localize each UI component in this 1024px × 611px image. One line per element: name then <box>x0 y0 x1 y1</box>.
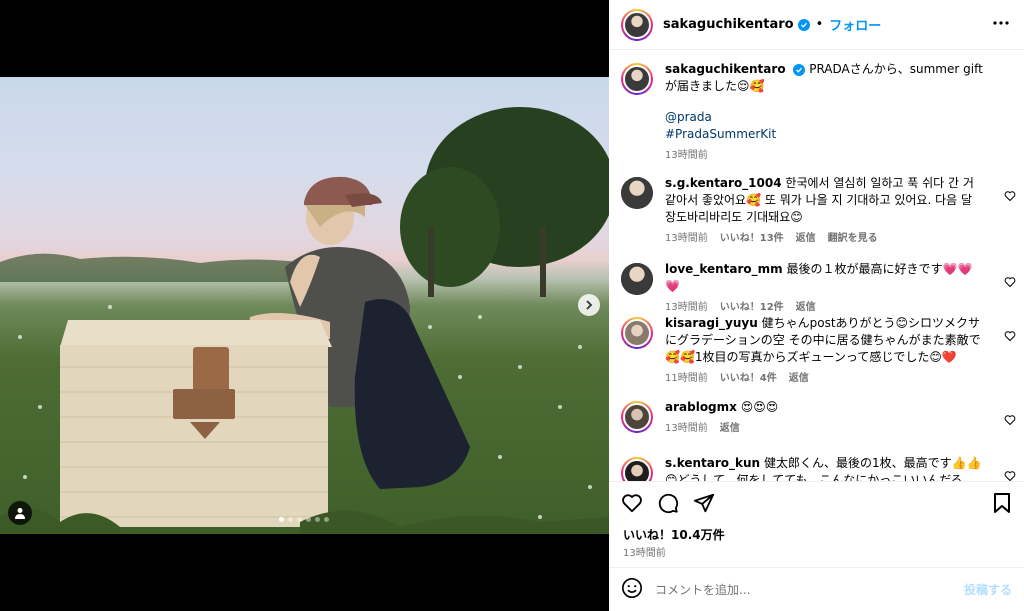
post-actions: いいね！10.4万件 13時間前 <box>609 481 1024 567</box>
comment-time: 13時間前 <box>665 302 708 313</box>
share-icon[interactable] <box>693 492 715 518</box>
carousel-dot <box>297 517 302 522</box>
caption-time: 13時間前 <box>665 150 708 161</box>
post-header: sakaguchikentaro • フォロー <box>609 0 1024 50</box>
carousel-dot <box>315 517 320 522</box>
avatar[interactable] <box>621 8 653 41</box>
carousel-dot <box>306 517 311 522</box>
avatar[interactable] <box>621 263 653 295</box>
comment-item: arablogmx 😍😍😍 13時間前 返信 <box>621 399 1016 437</box>
comment-username[interactable]: s.kentaro_kun <box>665 456 760 470</box>
reply-button[interactable]: 返信 <box>796 230 816 247</box>
comments-list[interactable]: sakaguchikentaro PRADAさんから、summer giftが届… <box>609 51 1024 481</box>
comment-username[interactable]: arablogmx <box>665 400 737 414</box>
post-media <box>0 0 609 611</box>
like-count[interactable]: いいね！10.4万件 <box>623 526 725 543</box>
heart-icon[interactable] <box>1004 467 1016 481</box>
verified-badge-icon <box>797 18 810 31</box>
user-tag-icon <box>15 508 25 519</box>
chevron-right-icon <box>586 300 593 310</box>
heart-icon[interactable] <box>1004 273 1016 292</box>
comment-time: 11時間前 <box>665 373 708 384</box>
avatar[interactable] <box>621 317 653 349</box>
heart-icon[interactable] <box>1004 411 1016 430</box>
comment-likes[interactable]: いいね！4件 <box>720 370 777 387</box>
reply-button[interactable]: 返信 <box>789 370 809 387</box>
carousel-dots <box>279 517 329 522</box>
post-time: 13時間前 <box>623 548 666 559</box>
more-icon[interactable] <box>992 14 1010 36</box>
header-username[interactable]: sakaguchikentaro <box>663 17 794 32</box>
comment-item: love_kentaro_mm 最後の１枚が最高に好きです💗💗💗 13時間前 い… <box>621 261 1016 316</box>
carousel-dot <box>324 517 329 522</box>
carousel-dot <box>279 517 284 522</box>
hashtag-link[interactable]: #PradaSummerKit <box>665 126 985 143</box>
post-side-panel: sakaguchikentaro • フォロー sakaguchikentaro… <box>609 0 1024 611</box>
comment-item: s.kentaro_kun 健太郎くん、最後の1枚、最高です👍👍😊どうして、何を… <box>621 455 1016 481</box>
comment-time: 13時間前 <box>665 233 708 244</box>
comment-text: 😍😍😍 <box>740 400 779 414</box>
comment-likes[interactable]: いいね！12件 <box>720 299 784 316</box>
comment-username[interactable]: s.g.kentaro_1004 <box>665 176 782 190</box>
comment-item: kisaragi_yuyu 健ちゃんpostありがとう😊シロツメクサにグラデーシ… <box>621 315 1016 387</box>
heart-icon[interactable] <box>1004 187 1016 206</box>
comment-username[interactable]: love_kentaro_mm <box>665 262 783 276</box>
add-comment-bar: 投稿する <box>609 567 1024 611</box>
comment-likes[interactable]: いいね！13件 <box>720 230 784 247</box>
header-separator: • <box>815 17 824 32</box>
avatar[interactable] <box>621 63 653 95</box>
mention-link[interactable]: @prada <box>665 109 985 126</box>
avatar[interactable] <box>621 177 653 209</box>
verified-badge-icon <box>793 64 806 76</box>
heart-icon[interactable] <box>621 492 643 518</box>
carousel-dot <box>288 517 293 522</box>
reply-button[interactable]: 返信 <box>796 299 816 316</box>
user-tag-button[interactable] <box>8 501 32 525</box>
follow-button[interactable]: フォロー <box>829 15 881 34</box>
post-photo[interactable] <box>0 77 609 534</box>
save-icon[interactable] <box>992 492 1012 518</box>
comment-username[interactable]: kisaragi_yuyu <box>665 316 758 330</box>
next-slide-button[interactable] <box>578 294 600 316</box>
caption-username[interactable]: sakaguchikentaro <box>665 62 786 76</box>
post-comment-button[interactable]: 投稿する <box>964 581 1012 598</box>
reply-button[interactable]: 返信 <box>720 420 740 437</box>
post-caption: sakaguchikentaro PRADAさんから、summer giftが届… <box>621 61 1016 164</box>
avatar[interactable] <box>621 401 653 433</box>
heart-icon[interactable] <box>1004 327 1016 346</box>
translate-button[interactable]: 翻訳を見る <box>828 230 878 247</box>
comment-icon[interactable] <box>657 492 679 518</box>
avatar[interactable] <box>621 457 653 481</box>
comment-item: s.g.kentaro_1004 한국에서 열심히 일하고 푹 쉬다 간 거 같… <box>621 175 1016 247</box>
comment-input[interactable] <box>655 582 945 597</box>
comment-time: 13時間前 <box>665 423 708 434</box>
emoji-icon[interactable] <box>621 577 643 603</box>
